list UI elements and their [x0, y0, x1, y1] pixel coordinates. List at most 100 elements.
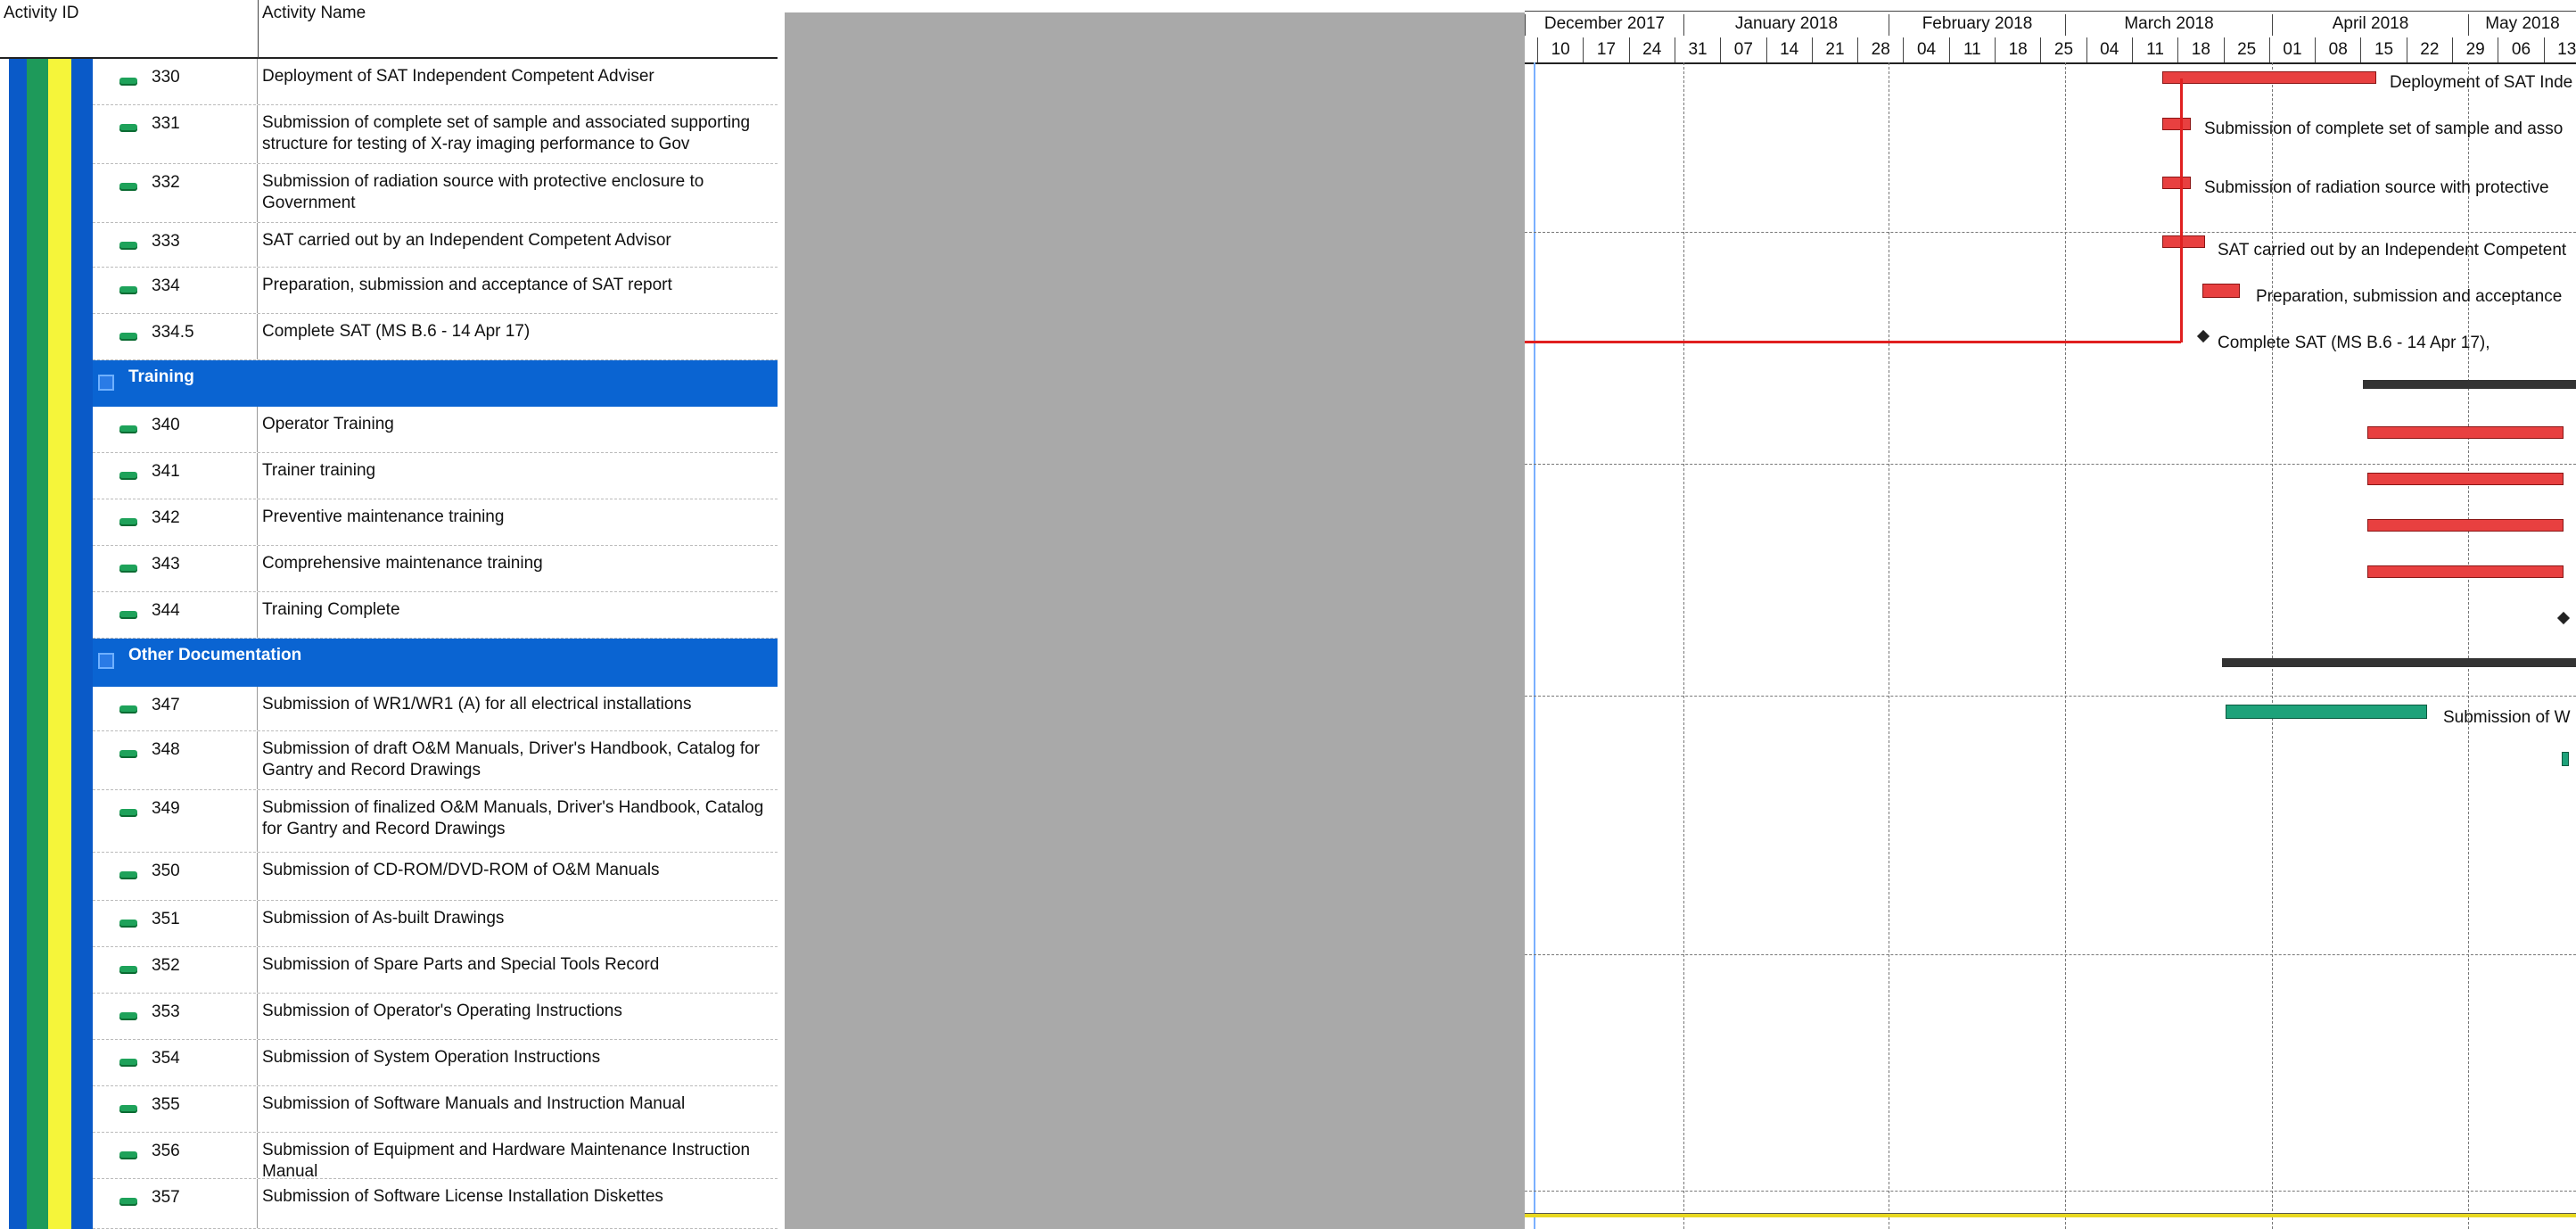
grid-vline — [2065, 62, 2066, 1229]
timeline-month: April 2018 — [2272, 14, 2468, 36]
table-row[interactable]: 357 Submission of Software License Instal… — [93, 1179, 778, 1229]
table-row[interactable]: 347 Submission of WR1/WR1 (A) for all ele… — [93, 687, 778, 731]
gantt-bar-332[interactable] — [2162, 177, 2191, 189]
activity-name: Submission of Operator's Operating Instr… — [262, 1002, 622, 1020]
gantt-bar-342[interactable] — [2367, 519, 2564, 532]
timeline-month: December 2017 — [1525, 14, 1683, 36]
table-row[interactable]: 344 Training Complete — [93, 592, 778, 639]
gantt-bar-347[interactable] — [2226, 705, 2427, 719]
task-bar-icon — [119, 78, 137, 86]
table-row[interactable]: 343 Comprehensive maintenance training — [93, 546, 778, 592]
activity-name: Operator Training — [262, 415, 394, 433]
timeline-day: 08 — [2315, 37, 2360, 62]
gantt-header-bottom-border — [1525, 62, 2576, 64]
activity-id: 355 — [152, 1095, 180, 1114]
timeline-month: February 2018 — [1889, 14, 2065, 36]
wbs-stripe-green — [27, 59, 48, 1229]
table-row[interactable]: 342 Preventive maintenance training — [93, 499, 778, 546]
grid-vline — [1683, 62, 1684, 1229]
task-bar-icon — [119, 1151, 137, 1159]
activity-id: 353 — [152, 1002, 180, 1021]
timeline-day: 11 — [1948, 37, 1995, 62]
timeline-day: 06 — [2498, 37, 2543, 62]
table-row[interactable]: 354 Submission of System Operation Instru… — [93, 1040, 778, 1086]
table-row[interactable]: 349 Submission of finalized O&M Manuals, … — [93, 790, 778, 853]
table-row[interactable]: 331 Submission of complete set of sample … — [93, 105, 778, 164]
activity-name: Deployment of SAT Independent Competent … — [262, 67, 654, 86]
table-row[interactable]: 353 Submission of Operator's Operating In… — [93, 994, 778, 1040]
activity-id: 342 — [152, 508, 180, 527]
table-row[interactable]: 350 Submission of CD-ROM/DVD-ROM of O&M M… — [93, 853, 778, 901]
timeline-day: 31 — [1674, 37, 1720, 62]
activity-name: Preparation, submission and acceptance o… — [262, 276, 672, 294]
column-divider — [257, 731, 258, 789]
gantt-bar-label: Complete SAT (MS B.6 - 14 Apr 17), — [2218, 334, 2490, 352]
activity-name: Submission of WR1/WR1 (A) for all electr… — [262, 695, 692, 713]
timeline-day: 11 — [2131, 37, 2177, 62]
table-row[interactable]: 352 Submission of Spare Parts and Special… — [93, 947, 778, 994]
gantt-bar-label: Submission of W — [2443, 708, 2571, 727]
gantt-bar-340[interactable] — [2367, 426, 2564, 439]
column-divider — [257, 546, 258, 591]
table-row[interactable]: 356 Submission of Equipment and Hardware … — [93, 1133, 778, 1181]
summary-bar-other-documentation[interactable] — [2222, 658, 2576, 667]
collapse-icon[interactable] — [98, 653, 114, 669]
table-row[interactable]: 348 Submission of draft O&M Manuals, Driv… — [93, 731, 778, 790]
timeline-day: 21 — [1811, 37, 1857, 62]
table-row[interactable]: 351 Submission of As-built Drawings — [93, 901, 778, 947]
task-bar-icon — [119, 183, 137, 191]
timeline-day: 01 — [2268, 37, 2315, 62]
group-row[interactable]: Other Documentation — [93, 639, 778, 687]
activity-id: 341 — [152, 462, 180, 481]
activity-name: Submission of System Operation Instructi… — [262, 1048, 601, 1067]
table-row[interactable]: 334 Preparation, submission and acceptanc… — [93, 268, 778, 314]
timeline-day: 04 — [2086, 37, 2132, 62]
grid-hline — [1525, 954, 2576, 955]
gantt-bar-333[interactable] — [2162, 235, 2205, 248]
column-divider — [257, 1179, 258, 1228]
group-label: Training — [128, 367, 194, 386]
task-bar-icon — [119, 966, 137, 974]
gantt-bar-348[interactable] — [2562, 752, 2569, 766]
task-bar-icon — [119, 809, 137, 817]
activity-name: Submission of Software Manuals and Instr… — [262, 1094, 686, 1113]
table-row[interactable]: 333 SAT carried out by an Independent Com… — [93, 223, 778, 268]
table-row[interactable]: 355 Submission of Software Manuals and In… — [93, 1086, 778, 1133]
timeline-day: 13 — [2543, 37, 2576, 62]
summary-bar-training[interactable] — [2363, 380, 2576, 389]
milestone-diamond-3345[interactable] — [2196, 329, 2210, 343]
gantt-bar-334[interactable] — [2202, 284, 2240, 298]
table-row[interactable]: 341 Trainer training — [93, 453, 778, 499]
timeline-day: 17 — [1583, 37, 1628, 62]
task-bar-icon — [119, 242, 137, 250]
gantt-bar-341[interactable] — [2367, 473, 2564, 485]
column-divider — [257, 407, 258, 452]
activity-id: 334.5 — [152, 323, 194, 342]
task-bar-icon — [119, 750, 137, 758]
activity-id: 330 — [152, 68, 180, 87]
grid-vline — [2468, 62, 2469, 1229]
collapse-icon[interactable] — [98, 375, 114, 391]
gantt-bar-343[interactable] — [2367, 565, 2564, 578]
gantt-bar-330[interactable] — [2162, 71, 2376, 84]
table-row[interactable]: 340 Operator Training — [93, 407, 778, 453]
link-line-vertical[interactable] — [2180, 78, 2183, 342]
timeline-day: 07 — [1720, 37, 1765, 62]
grid-hline — [1525, 1191, 2576, 1192]
column-header-activity-id[interactable]: Activity ID — [0, 0, 259, 59]
column-header-activity-name[interactable]: Activity Name — [259, 0, 778, 59]
timeline-day: 18 — [1995, 37, 2040, 62]
link-line-horizontal[interactable] — [1525, 341, 2181, 343]
activity-id: 348 — [152, 740, 180, 759]
table-row[interactable]: 332 Submission of radiation source with p… — [93, 164, 778, 223]
group-row[interactable]: Training — [93, 360, 778, 407]
task-bar-icon — [119, 124, 137, 132]
timeline-month: May 2018 — [2468, 14, 2576, 36]
activity-name: Submission of draft O&M Manuals, Driver'… — [262, 739, 761, 779]
table-row[interactable]: 334.5 Complete SAT (MS B.6 - 14 Apr 17) — [93, 314, 778, 360]
activity-name: Trainer training — [262, 461, 376, 480]
column-divider — [257, 790, 258, 852]
milestone-diamond-344[interactable] — [2556, 611, 2571, 625]
gantt-bar-331[interactable] — [2162, 118, 2191, 130]
table-row[interactable]: 330 Deployment of SAT Independent Compete… — [93, 59, 778, 105]
